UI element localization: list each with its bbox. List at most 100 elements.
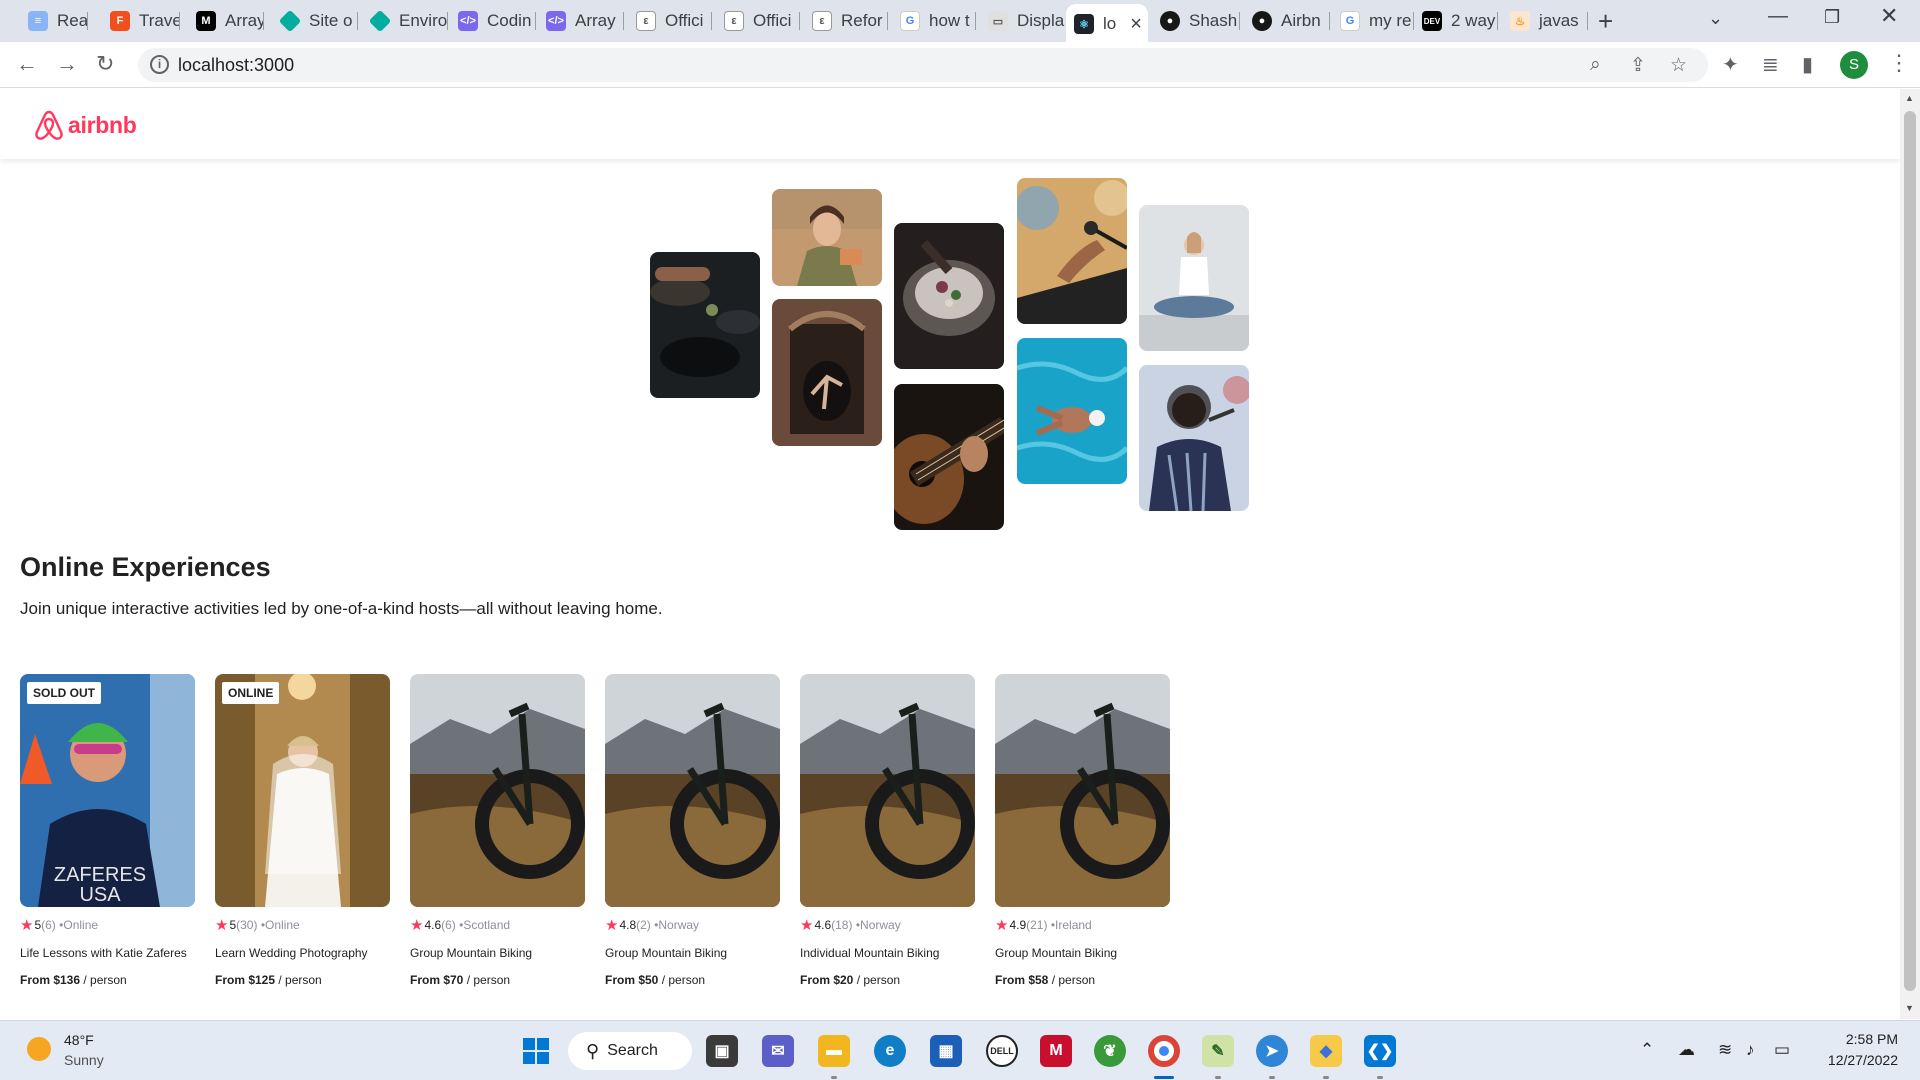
browser-tab[interactable]: </> Array [538, 7, 624, 35]
card-location: Online [63, 918, 99, 932]
app-swift-icon[interactable]: ➤ [1256, 1035, 1288, 1067]
tab-label: Offici [665, 11, 704, 30]
profile-avatar[interactable]: S [1840, 51, 1868, 79]
vscode-icon[interactable]: ❮❯ [1364, 1035, 1396, 1067]
browser-tab[interactable]: G my re [1332, 7, 1414, 35]
wifi-icon[interactable]: ≋ [1718, 1040, 1732, 1060]
star-icon: ★ [605, 917, 619, 934]
browser-tab[interactable]: Site o [272, 7, 358, 35]
airbnb-logo[interactable]: airbnb [34, 109, 137, 141]
mcafee-icon[interactable]: M [1040, 1035, 1072, 1067]
task-view-icon[interactable]: ▣ [706, 1035, 738, 1067]
card-review-count: (6) [41, 918, 56, 932]
site-info-icon[interactable]: i [150, 55, 169, 74]
browser-tab[interactable]: ε Offici [628, 7, 712, 35]
browser-tab[interactable]: ε Refor [804, 7, 888, 35]
image-editor-icon[interactable]: ✎ [1202, 1035, 1234, 1067]
address-url[interactable]: localhost:3000 [178, 55, 294, 76]
google-icon: G [1340, 11, 1360, 31]
browser-tab[interactable]: ▭ Displa [980, 7, 1068, 35]
tab-label: Shash [1189, 11, 1238, 30]
address-bar[interactable]: i localhost:3000 ⌕ ⇪ ☆ [138, 48, 1708, 82]
microsoft-store-icon[interactable]: ▦ [930, 1035, 962, 1067]
clock-time[interactable]: 2:58 PM [1818, 1031, 1898, 1047]
taskbar-search[interactable]: ⚲ Search [568, 1032, 692, 1070]
chrome-browser-icon[interactable] [1148, 1035, 1180, 1067]
experience-card[interactable]: ★ 4.6 (18) • Norway Individual Mountain … [800, 674, 975, 987]
restore-window-icon[interactable]: ❐ [1824, 7, 1840, 28]
side-panel-icon[interactable]: ▮ [1802, 52, 1813, 77]
browser-tab[interactable]: ● Airbn [1244, 7, 1330, 35]
media-control-icon[interactable]: ≣ [1762, 52, 1779, 77]
browser-tab[interactable]: M Array [188, 7, 264, 35]
app-leaf-icon[interactable]: ❦ [1094, 1035, 1126, 1067]
hero-photo-singer-stage [1139, 365, 1249, 511]
zoom-icon[interactable]: ⌕ [1590, 54, 1601, 76]
bullet-separator: • [1047, 918, 1056, 932]
jersey-text: USA [79, 884, 121, 906]
extensions-puzzle-icon[interactable]: ✦ [1722, 52, 1739, 77]
browser-tab[interactable]: ε Offici [716, 7, 800, 35]
tab-label: Offici [753, 11, 792, 30]
card-review-count: (21) [1026, 918, 1048, 932]
clock-date[interactable]: 12/27/2022 [1808, 1052, 1898, 1068]
card-title: Group Mountain Biking [995, 946, 1118, 960]
browser-tab[interactable]: DEV 2 way [1414, 7, 1498, 35]
scroll-down-arrow-icon[interactable]: ▼ [1905, 1003, 1914, 1013]
hero-photo-yoga [1139, 205, 1249, 351]
browser-tab[interactable]: ♨ javas [1502, 7, 1588, 35]
card-stats: ★ 5 (30) • Online [215, 916, 390, 934]
reload-icon[interactable]: ↻ [96, 51, 114, 77]
star-icon: ★ [995, 917, 1009, 934]
new-tab-icon[interactable]: + [1598, 6, 1613, 37]
edge-browser-icon[interactable]: e [874, 1035, 906, 1067]
experience-card[interactable]: ZAFERES USA SOLD OUT ★ 5 (6) • Online Li… [20, 674, 195, 987]
browser-menu-icon[interactable]: ⋮ [1888, 50, 1910, 76]
experience-card[interactable]: ★ 4.8 (2) • Norway Group Mountain Biking… [605, 674, 780, 987]
browser-tab[interactable]: ≡ React [20, 7, 88, 35]
tab-search-chevron-icon[interactable]: ⌄ [1708, 8, 1723, 29]
file-explorer-icon[interactable]: ▬ [818, 1035, 850, 1067]
tray-overflow-chevron-icon[interactable]: ⌃ [1640, 1040, 1654, 1060]
share-icon[interactable]: ⇪ [1630, 54, 1646, 77]
browser-tab[interactable]: Enviro [362, 7, 448, 35]
page-scrollbar[interactable]: ▲ ▼ [1900, 89, 1920, 1019]
minimize-icon[interactable]: — [1768, 5, 1788, 28]
jersey-text: ZAFERES [54, 864, 146, 886]
card-stats: ★ 5 (6) • Online [20, 916, 195, 934]
card-location: Norway [860, 918, 901, 932]
experience-card[interactable]: ★ 4.9 (21) • Ireland Group Mountain Biki… [995, 674, 1170, 987]
teams-chat-icon[interactable]: ✉ [762, 1035, 794, 1067]
close-tab-icon[interactable]: × [1130, 13, 1142, 36]
card-review-count: (2) [636, 918, 651, 932]
browser-tab-active[interactable]: ⚛ lo × [1066, 4, 1148, 42]
volume-icon[interactable]: ♪ [1746, 1040, 1755, 1060]
onedrive-cloud-icon[interactable]: ☁ [1678, 1040, 1695, 1060]
browser-tab[interactable]: F Travel [102, 7, 180, 35]
react-icon: ⚛ [1074, 14, 1094, 34]
browser-tab[interactable]: </> Codin [450, 7, 536, 35]
card-price-unit: / person [856, 973, 901, 987]
experience-card[interactable]: ONLINE ★ 5 (30) • Online Learn Wedding P… [215, 674, 390, 987]
browser-tab[interactable]: ● Shash [1152, 7, 1240, 35]
scrollbar-thumb[interactable] [1904, 111, 1916, 991]
tab-label: Array [225, 11, 264, 30]
card-title: Learn Wedding Photography [215, 946, 368, 960]
card-image [410, 674, 585, 907]
experience-card[interactable]: ★ 4.6 (6) • Scotland Group Mountain Biki… [410, 674, 585, 987]
back-arrow-icon[interactable]: ← [16, 51, 38, 77]
browser-tab[interactable]: G how t [892, 7, 976, 35]
card-title: Life Lessons with Katie Zaferes [20, 946, 187, 960]
netlify-icon [368, 9, 392, 33]
bullet-separator: • [257, 918, 266, 932]
bookmark-star-icon[interactable]: ☆ [1670, 54, 1687, 77]
app-shapes-icon[interactable]: ◆ [1310, 1035, 1342, 1067]
close-window-icon[interactable]: ✕ [1880, 3, 1898, 29]
battery-icon[interactable]: ▭ [1774, 1040, 1790, 1060]
forward-arrow-icon[interactable]: → [56, 51, 78, 77]
dell-icon[interactable]: DELL [986, 1035, 1018, 1067]
windows-start-icon[interactable] [520, 1035, 552, 1067]
scroll-up-arrow-icon[interactable]: ▲ [1905, 93, 1914, 103]
running-indicator [1323, 1076, 1329, 1079]
card-title: Individual Mountain Biking [800, 946, 940, 960]
